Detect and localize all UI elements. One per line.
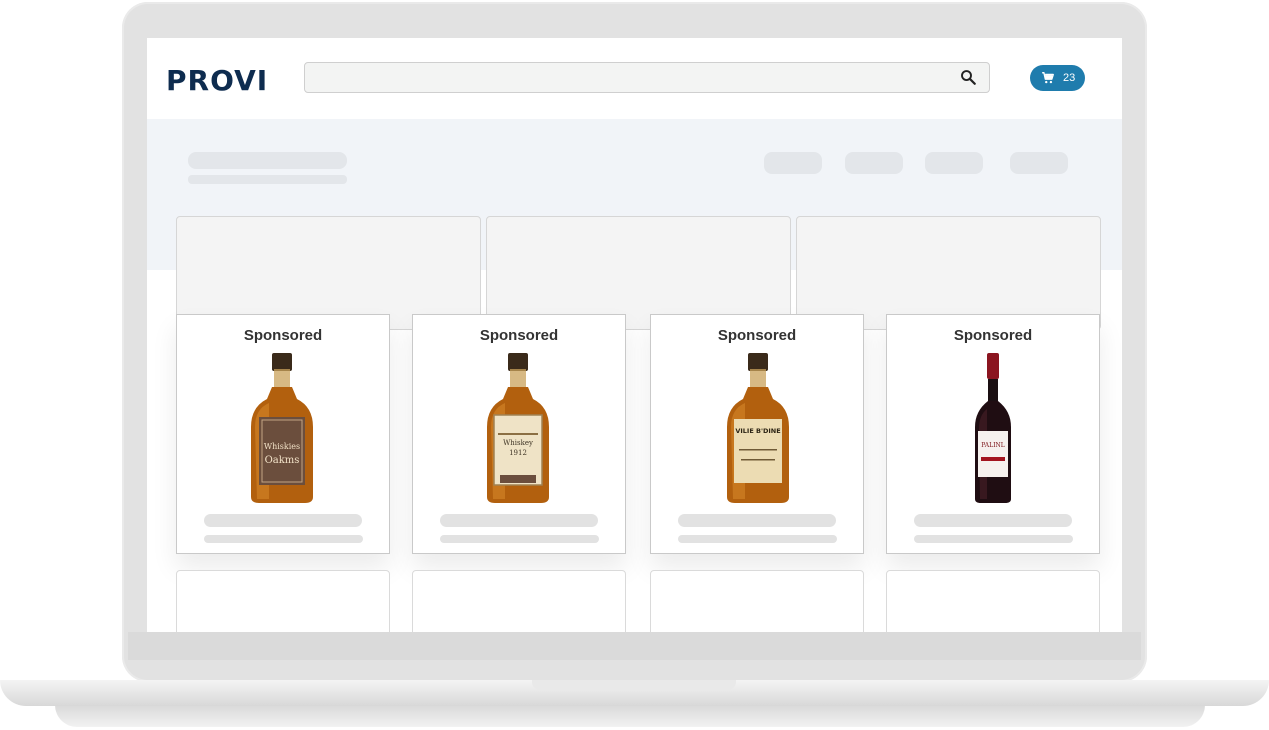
product-price-skeleton [204, 535, 363, 543]
whiskey-bottle-image: Whiskies Oakms [251, 353, 313, 503]
product-price-skeleton [678, 535, 837, 543]
cart-icon [1042, 72, 1054, 84]
bottle-label-text: Whiskies [264, 442, 300, 451]
bottle-label-text: 1912 [509, 449, 527, 457]
title-skeleton [188, 152, 347, 169]
app-screen: PROVI 23 Sponsored Whiskies Oakms Sponso… [147, 38, 1122, 632]
wine-bottle-image: PALINL [975, 353, 1011, 503]
filter-pill[interactable] [1010, 152, 1068, 174]
bottle-label-text: VILIE B'DINE [735, 427, 780, 435]
product-name-skeleton [440, 514, 598, 527]
product-card-placeholder [412, 570, 626, 632]
laptop-notch [532, 680, 736, 690]
product-card[interactable]: Sponsored PALINL [886, 314, 1100, 554]
bottle-label-text: Oakms [265, 455, 300, 466]
provi-logo[interactable]: PROVI [166, 64, 268, 97]
placeholder-card [176, 216, 481, 330]
product-card-placeholder [650, 570, 864, 632]
laptop-bezel [128, 632, 1141, 660]
cart-button[interactable]: 23 [1030, 65, 1085, 91]
search-icon[interactable] [959, 68, 977, 86]
cart-count: 23 [1063, 72, 1076, 84]
filter-pill[interactable] [925, 152, 983, 174]
sponsored-badge: Sponsored [717, 327, 797, 344]
product-name-skeleton [914, 514, 1072, 527]
product-name-skeleton [678, 514, 836, 527]
filter-pill[interactable] [764, 152, 822, 174]
product-card[interactable]: Sponsored VILIE B'DINE [650, 314, 864, 554]
product-card-placeholder [176, 570, 390, 632]
whiskey-bottle-image: VILIE B'DINE [727, 353, 789, 503]
laptop-base-shadow [55, 705, 1205, 727]
product-card[interactable]: Sponsored Whiskey 1912 [412, 314, 626, 554]
sponsored-badge: Sponsored [243, 327, 323, 344]
whiskey-bottle-image: Whiskey 1912 [487, 353, 549, 503]
search-input[interactable] [304, 62, 990, 93]
filter-pill[interactable] [845, 152, 903, 174]
product-card-placeholder [886, 570, 1100, 632]
sponsored-badge: Sponsored [479, 327, 559, 344]
product-price-skeleton [440, 535, 599, 543]
sponsored-badge: Sponsored [953, 327, 1033, 344]
bottle-label-text: PALINL [981, 442, 1004, 449]
subtitle-skeleton [188, 175, 347, 184]
bottle-label-text: Whiskey [503, 439, 533, 447]
placeholder-card [796, 216, 1101, 330]
product-name-skeleton [204, 514, 362, 527]
placeholder-card [486, 216, 791, 330]
product-card[interactable]: Sponsored Whiskies Oakms [176, 314, 390, 554]
product-price-skeleton [914, 535, 1073, 543]
